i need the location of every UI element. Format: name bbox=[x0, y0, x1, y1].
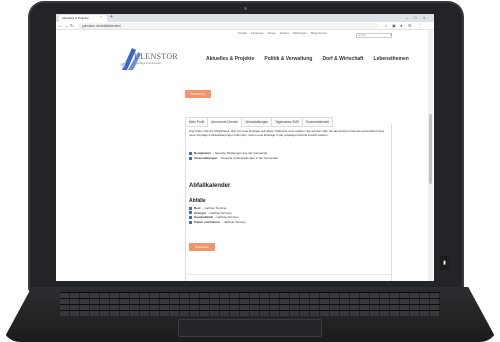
new-tab-icon[interactable]: + bbox=[110, 14, 113, 20]
tab-panel bbox=[185, 124, 392, 281]
extension-icon[interactable]: ▣ bbox=[392, 23, 396, 28]
address-bar[interactable]: gulenstor.de/abfallkalender/ bbox=[78, 23, 378, 29]
star-icon[interactable]: ☆ bbox=[384, 23, 388, 28]
checkbox[interactable] bbox=[189, 211, 192, 215]
close-icon[interactable]: × bbox=[100, 15, 102, 19]
browser-tabstrip: Aktuelles & Projekte × + – □ × bbox=[56, 14, 434, 22]
mainnav-item[interactable]: Lebensthemen bbox=[374, 56, 409, 62]
topnav-link[interactable]: Kontakt bbox=[238, 32, 247, 38]
mainnav-item[interactable]: Politik & Verwaltung bbox=[264, 56, 312, 62]
search-placeholder: Suchen bbox=[358, 34, 367, 37]
divider bbox=[185, 274, 392, 275]
waste-list: Rest - nächste Termine Grüngut - nächste… bbox=[189, 206, 246, 224]
screen: Aktuelles & Projekte × + – □ × ← → ↻ gul… bbox=[56, 14, 434, 281]
logo-text: ULENSTOR bbox=[134, 52, 179, 61]
item-label: Veranstaltungen bbox=[194, 156, 218, 160]
item-desc: - Neueste Veranstaltungen in der Gemeind… bbox=[219, 156, 278, 160]
search-icon[interactable]: ⌕ bbox=[390, 32, 392, 37]
main-nav: Aktuelles & Projekte Politik & Verwaltun… bbox=[206, 56, 409, 62]
web-page: Kontakt Impressum Presse Karriere Mittei… bbox=[56, 30, 434, 281]
section-heading: Abfallkalender bbox=[189, 183, 231, 189]
back-icon[interactable]: ← bbox=[58, 23, 63, 28]
topnav-link[interactable]: Bürgerservice bbox=[311, 32, 327, 38]
forward-icon[interactable]: → bbox=[64, 23, 69, 28]
item-label: Papier und Karton bbox=[194, 219, 221, 224]
checkbox[interactable] bbox=[189, 206, 192, 210]
menu-icon[interactable]: ⋮ bbox=[418, 23, 422, 28]
info-icon[interactable]: ▮ bbox=[440, 256, 449, 270]
site-search-input[interactable]: Suchen bbox=[356, 33, 392, 38]
checkbox[interactable] bbox=[189, 157, 192, 160]
maximize-icon[interactable]: □ bbox=[414, 15, 416, 20]
settings-icon[interactable]: ⚙ bbox=[408, 23, 412, 28]
webcam bbox=[244, 7, 247, 10]
browser-toolbar: ← → ↻ gulenstor.de/abfallkalender/ ☆ ▣ ●… bbox=[56, 22, 434, 30]
mainnav-item[interactable]: Aktuelles & Projekte bbox=[206, 56, 254, 62]
subscription-list: Neuigkeiten - Neueste Meldungen aus der … bbox=[189, 151, 278, 161]
trackpad bbox=[178, 319, 322, 337]
checkbox[interactable] bbox=[189, 220, 192, 224]
keyboard bbox=[60, 292, 440, 316]
url-text: gulenstor.de/abfallkalender/ bbox=[82, 24, 121, 28]
minimize-icon[interactable]: – bbox=[406, 15, 408, 20]
profile-icon[interactable]: ● bbox=[400, 23, 402, 28]
list-item[interactable]: Veranstaltungen - Neueste Veranstaltunge… bbox=[189, 156, 278, 161]
checkbox[interactable] bbox=[189, 215, 192, 219]
mainnav-item[interactable]: Dorf & Wirtschaft bbox=[322, 56, 363, 62]
list-item[interactable]: Papier und Karton - nächste Termine bbox=[189, 220, 246, 225]
topnav-link[interactable]: Mitteilungen bbox=[293, 32, 307, 38]
section-subheading: Abfälle bbox=[189, 198, 206, 204]
subscribe-button[interactable]: Abonnieren bbox=[185, 90, 211, 98]
reload-icon[interactable]: ↻ bbox=[70, 23, 74, 29]
intro-text: Hier finden Sie die Möglichkeit, sich fü… bbox=[189, 129, 385, 138]
save-button[interactable]: Speichern bbox=[189, 243, 215, 251]
scrollbar-thumb[interactable] bbox=[429, 114, 432, 184]
logo-tagline: gepflegt & lebenswert bbox=[136, 62, 161, 65]
item-desc: - nächste Termine bbox=[222, 219, 246, 224]
checkbox[interactable] bbox=[189, 152, 192, 155]
close-window-icon[interactable]: × bbox=[423, 15, 425, 20]
browser-tab-title: Aktuelles & Projekte bbox=[62, 16, 89, 20]
topnav-link[interactable]: Presse bbox=[268, 32, 276, 38]
topnav-link[interactable]: Impressum bbox=[251, 32, 264, 38]
topnav-link[interactable]: Karriere bbox=[280, 32, 289, 38]
